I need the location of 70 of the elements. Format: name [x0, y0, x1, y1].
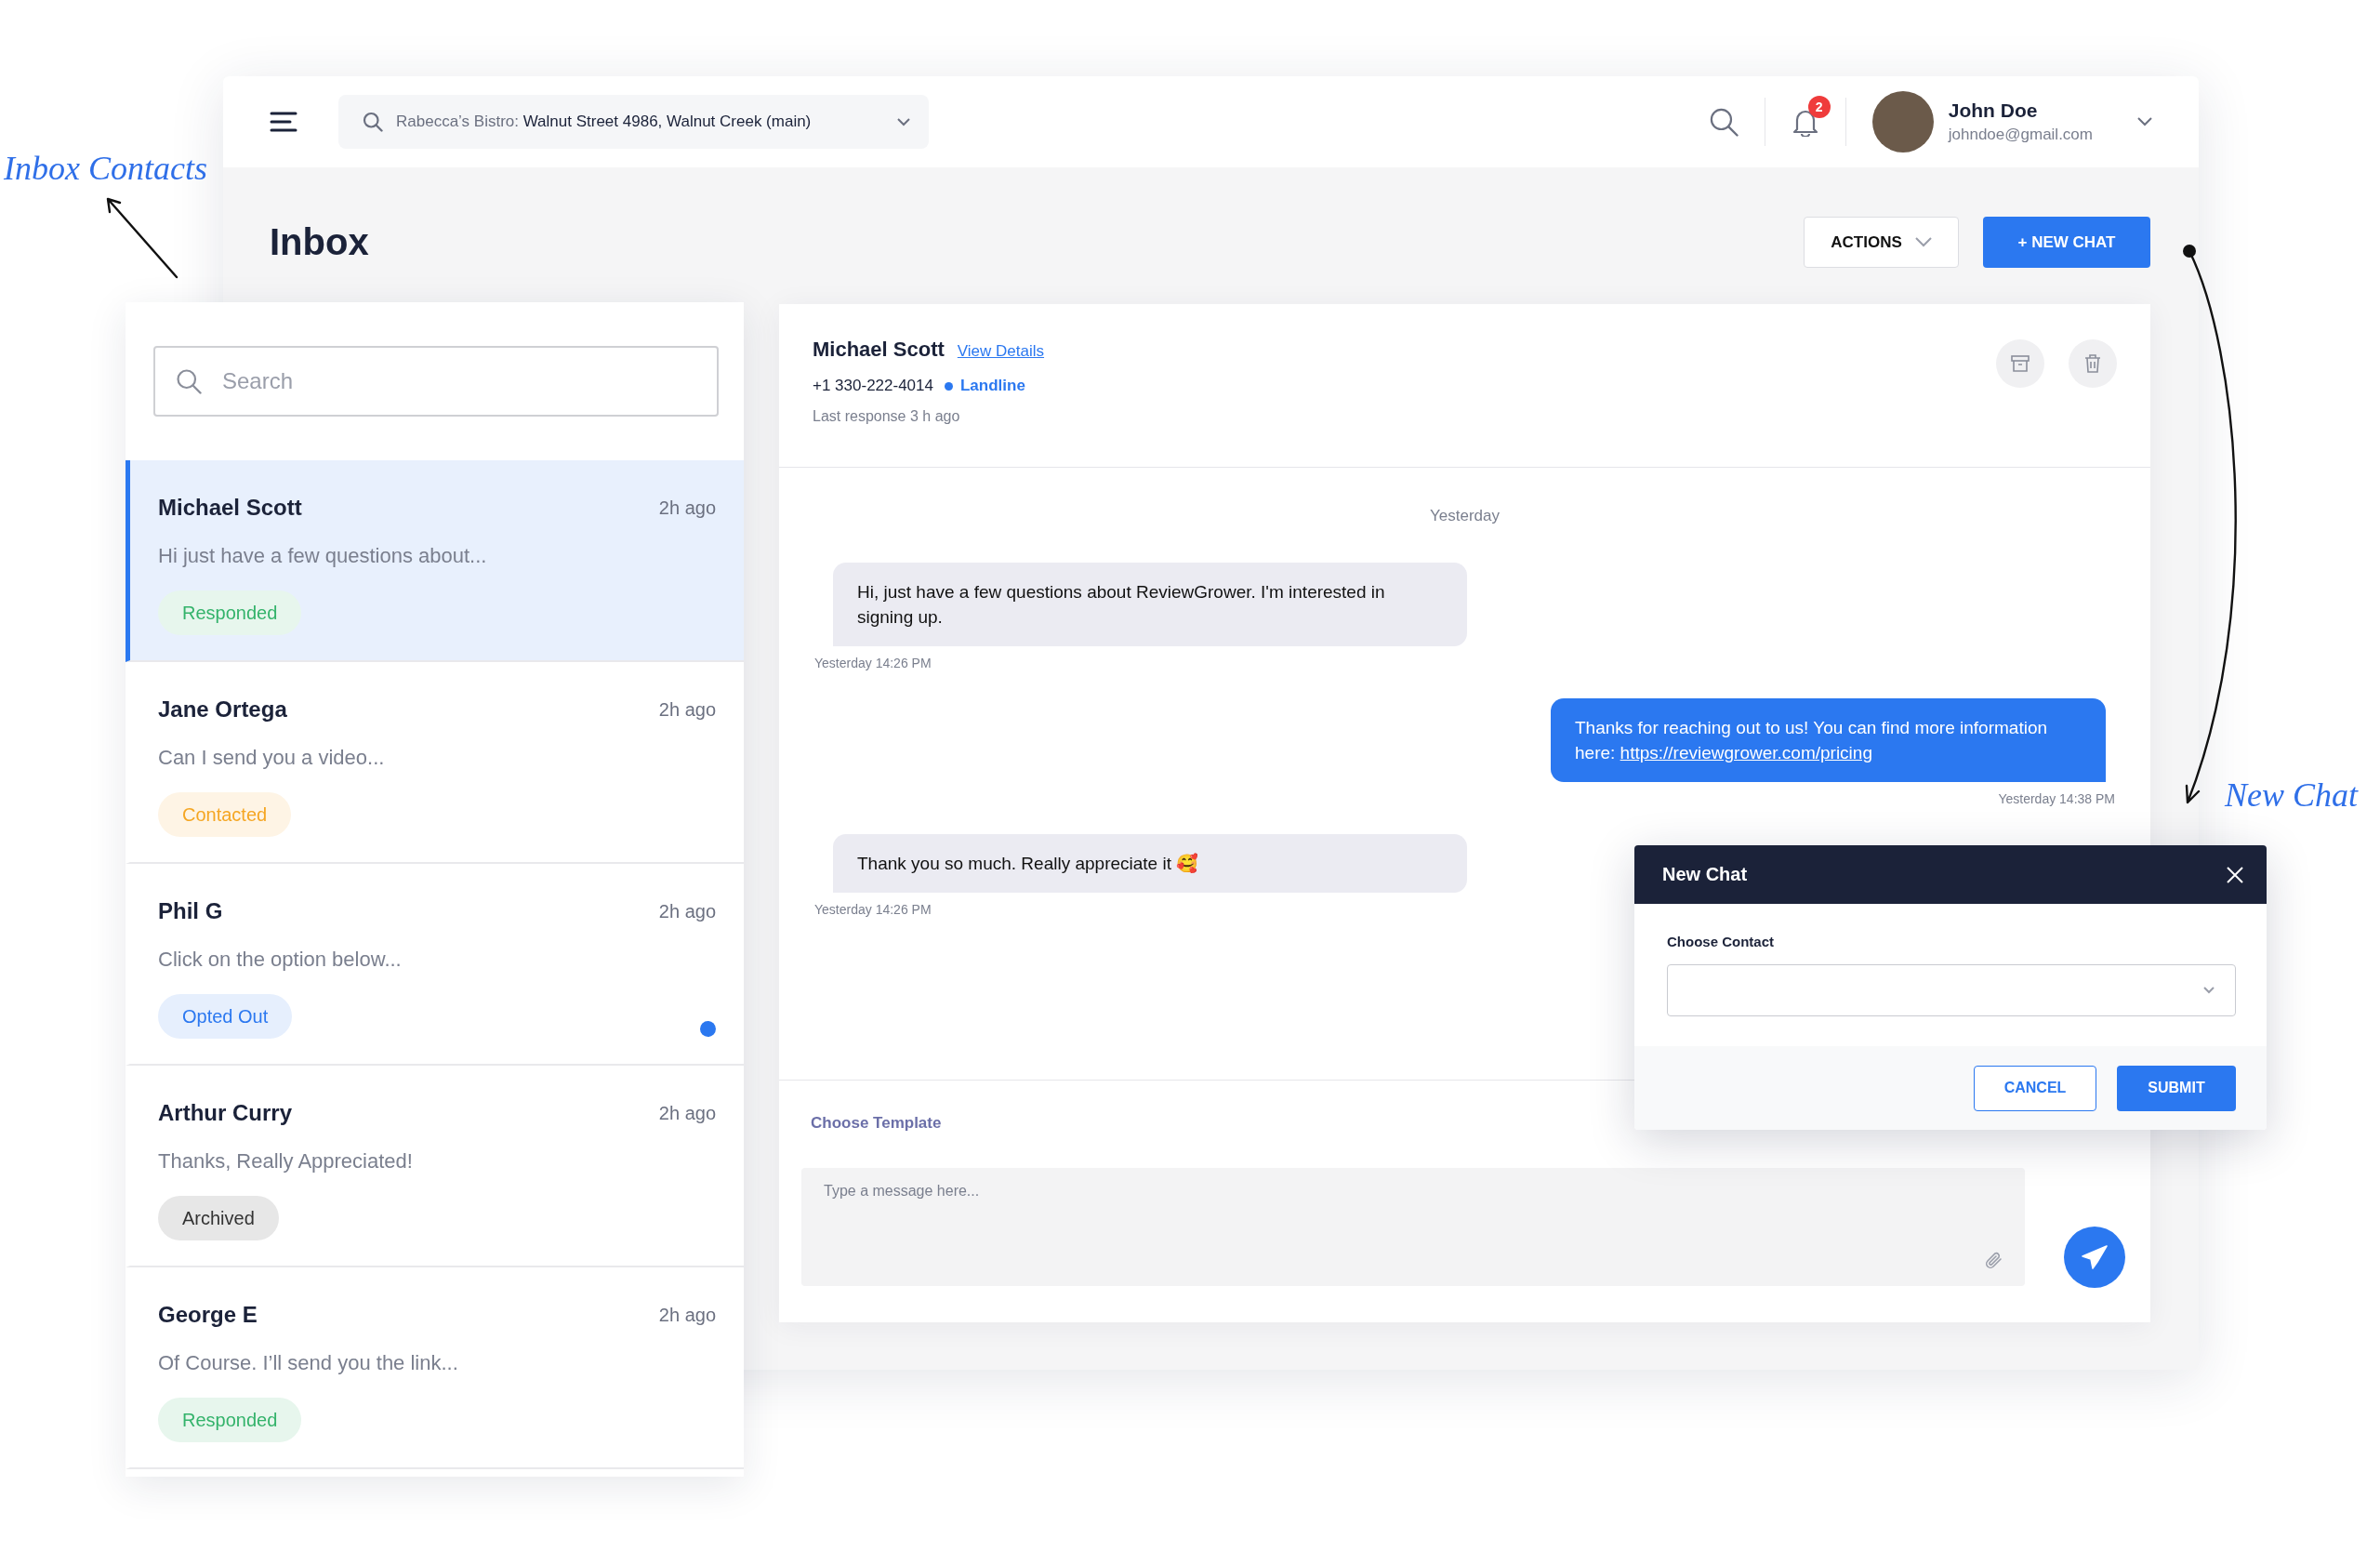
location-text: Rabecca’s Bistro: Walnut Street 4986, Walnut Creek (main) — [396, 113, 813, 131]
message-input[interactable]: Type a message here... — [801, 1168, 2025, 1286]
search-field[interactable]: Search — [153, 346, 719, 417]
contact-name: George E — [158, 1302, 258, 1328]
user-name: John Doe — [1948, 99, 2039, 122]
delete-button[interactable] — [2069, 339, 2117, 388]
notification-badge: 2 — [1807, 96, 1831, 118]
archive-icon — [2011, 355, 2030, 372]
message-time: 2h ago — [658, 1304, 716, 1326]
message-preview: Thanks, Really Appreciated! — [158, 1148, 414, 1174]
phone-number: +1 330-222-4014 — [813, 377, 933, 395]
line-type: Landline — [960, 377, 1025, 395]
message-time: 2h ago — [658, 1102, 716, 1124]
contact-row[interactable]: Phil G 2h ago Click on the option below... Opted Out — [126, 864, 744, 1066]
chevron-down-icon — [2203, 987, 2215, 994]
incoming-message: Thank you so much. Really appreciate it 🥰 — [833, 834, 1467, 893]
contact-row[interactable]: Michael Scott 2h ago Hi just have a few questions about... Responded — [126, 460, 744, 662]
dialog-title: New Chat — [1662, 864, 1748, 885]
status-tag: Responded — [158, 590, 302, 635]
close-icon[interactable] — [2226, 865, 2244, 884]
contact-name: Jane Ortega — [158, 696, 287, 723]
message-time: Yesterday 14:26 PM — [814, 656, 932, 670]
contact-row[interactable]: Arthur Curry 2h ago Thanks, Really Appreciated! Archived — [126, 1066, 744, 1267]
actions-button[interactable]: ACTIONS — [1804, 217, 1959, 268]
annotation-label: New Chat — [2225, 776, 2358, 815]
contact-row[interactable]: Jane Ortega 2h ago Can I send you a video... Contacted — [126, 662, 744, 864]
paperclip-icon[interactable] — [1984, 1251, 2004, 1271]
message-preview: Hi just have a few questions about... — [158, 543, 488, 569]
status-tag: Archived — [158, 1196, 279, 1240]
last-response: Last response 3 h ago — [813, 408, 961, 425]
paper-plane-icon — [2082, 1245, 2108, 1269]
message-link[interactable]: https://reviewgrower.com/pricing — [1620, 743, 1872, 763]
status-tag: Opted Out — [158, 994, 293, 1039]
day-divider-label: Yesterday — [1429, 507, 1501, 525]
annotation-label: Inbox Contacts — [4, 149, 207, 188]
search-icon[interactable] — [1708, 107, 1739, 137]
message-time: Yesterday 14:38 PM — [1998, 791, 2115, 806]
message-preview: Of Course. I’ll send you the link... — [158, 1350, 459, 1376]
chevron-down-icon — [897, 117, 910, 126]
location-select[interactable]: Rabecca’s Bistro: Walnut Street 4986, Walnut Creek (main) — [338, 95, 929, 149]
incoming-message: Hi, just have a few questions about ReviewGrower. I'm interested in signing up. — [833, 563, 1467, 646]
submit-button[interactable]: SUBMIT — [2117, 1065, 2236, 1111]
outgoing-message: Thanks for reaching out to us! You can find more information here: https://reviewgrower.com/pricing — [1551, 698, 2106, 782]
status-tag: Responded — [158, 1398, 302, 1442]
new-chat-button[interactable]: + NEW CHAT — [1983, 217, 2150, 268]
message-time: 2h ago — [658, 698, 716, 721]
page-title: Inbox — [270, 221, 370, 263]
message-preview: Click on the option below... — [158, 947, 403, 973]
search-icon — [363, 112, 383, 132]
contact-name: Michael Scott — [813, 338, 945, 362]
cancel-button[interactable]: CANCEL — [1974, 1065, 2096, 1111]
contact-name: Michael Scott — [158, 495, 302, 521]
contact-row[interactable]: George E 2h ago Of Course. I’ll send you the link... Responded — [126, 1267, 744, 1469]
trash-icon — [2084, 354, 2101, 373]
contact-name: Phil G — [158, 898, 223, 924]
user-email: johndoe@gmail.com — [1948, 126, 2093, 144]
menu-icon[interactable] — [270, 111, 298, 133]
message-preview: Can I send you a video... — [158, 745, 386, 771]
chevron-down-icon — [1914, 237, 1932, 247]
message-time: Yesterday 14:26 PM — [814, 902, 932, 917]
message-time: 2h ago — [658, 900, 716, 922]
view-details-link[interactable]: View Details — [957, 342, 1045, 361]
status-tag: Contacted — [158, 792, 292, 837]
contact-name: Arthur Curry — [158, 1100, 292, 1126]
field-label: Choose Contact — [1667, 934, 1775, 949]
message-time: 2h ago — [658, 497, 716, 519]
chevron-down-icon[interactable] — [2137, 117, 2152, 126]
archive-button[interactable] — [1996, 339, 2044, 388]
search-icon — [176, 368, 202, 394]
dot-icon — [945, 381, 953, 391]
